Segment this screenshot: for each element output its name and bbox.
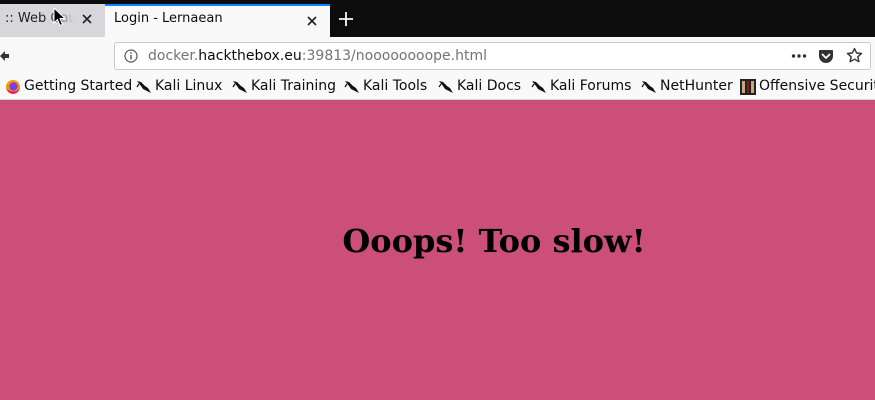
page-heading: Ooops! Too slow!	[342, 222, 646, 260]
kali-dragon-icon	[641, 81, 656, 93]
close-icon[interactable]	[79, 11, 95, 27]
kali-dragon-icon	[531, 81, 546, 93]
back-arrow-icon[interactable]	[0, 49, 10, 63]
navigation-toolbar: docker.hackthebox.eu:39813/noooooooope.h…	[0, 37, 875, 75]
url-text[interactable]: docker.hackthebox.eu:39813/noooooooope.h…	[148, 48, 487, 64]
kali-dragon-icon	[438, 81, 453, 93]
page-content: Ooops! Too slow!	[0, 100, 875, 400]
tab-login-lernaean[interactable]: Login - Lernaean	[105, 4, 330, 37]
tab-title: Login - Lernaean	[114, 11, 223, 26]
bookmark-label: Kali Docs	[457, 78, 522, 94]
page-actions-icon[interactable]	[791, 50, 807, 62]
address-bar[interactable]: docker.hackthebox.eu:39813/noooooooope.h…	[114, 42, 871, 70]
bookmark-label: Offensive Security	[759, 78, 875, 94]
mouse-pointer-icon	[53, 7, 66, 27]
close-icon[interactable]	[304, 13, 320, 29]
kali-dragon-icon	[136, 81, 151, 93]
pocket-icon[interactable]	[818, 48, 834, 64]
new-tab-icon[interactable]	[336, 9, 356, 29]
bookmark-label: Getting Started	[24, 78, 133, 94]
bookmark-label: Kali Tools	[363, 78, 428, 94]
bookmark-star-icon[interactable]	[846, 47, 863, 64]
firefox-icon	[6, 80, 20, 94]
bookmark-label: Kali Linux	[155, 78, 223, 94]
bookmark-label: NetHunter	[660, 78, 733, 94]
bookmarks-toolbar: Getting Started Kali Linux Kali Training…	[0, 75, 875, 100]
kali-dragon-icon	[232, 81, 247, 93]
url-suffix: :39813/noooooooope.html	[301, 48, 487, 64]
url-prefix: docker.	[148, 48, 199, 64]
kali-dragon-icon	[344, 81, 359, 93]
tab-strip: :: Web Gauntlet Login - Lernaean	[0, 0, 875, 37]
info-icon[interactable]	[124, 49, 138, 63]
offsec-icon	[740, 79, 756, 95]
url-host: hackthebox.eu	[198, 48, 302, 64]
bookmark-label: Kali Training	[251, 78, 336, 94]
bookmark-label: Kali Forums	[550, 78, 632, 94]
